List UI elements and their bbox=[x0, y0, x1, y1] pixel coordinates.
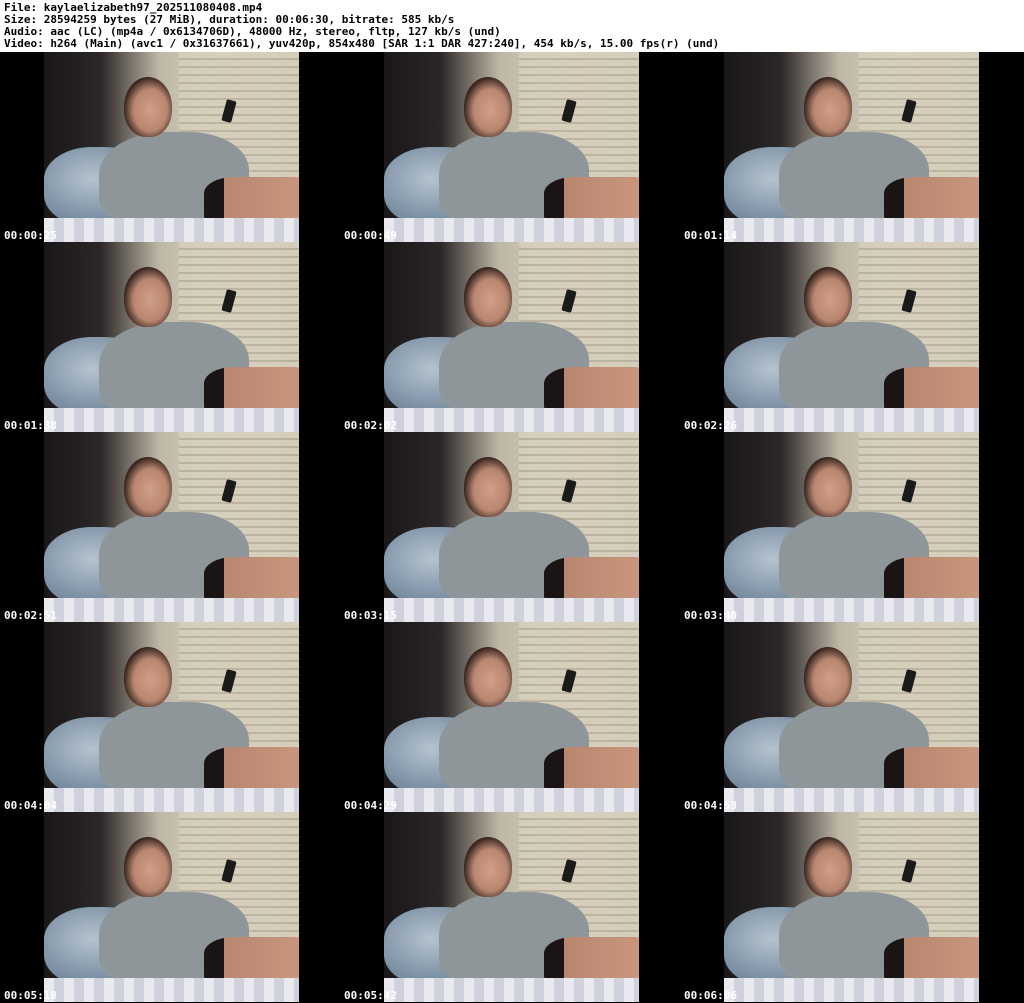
thumbnail-timestamp: 00:05:18 bbox=[4, 989, 57, 1002]
thumbnail-grid: 00:00:25 00:00:49 00:01:14 00:01:38 00:0… bbox=[0, 52, 1024, 1003]
video-frame bbox=[44, 242, 299, 432]
file-info-header: File: kaylaelizabeth97_202511080408.mp4 … bbox=[0, 0, 1024, 52]
thumbnail-timestamp: 00:00:25 bbox=[4, 229, 57, 242]
video-frame bbox=[384, 622, 639, 812]
thumbnail-timestamp: 00:04:04 bbox=[4, 799, 57, 812]
video-frame bbox=[384, 812, 639, 1002]
thumbnail-timestamp: 00:03:40 bbox=[684, 609, 737, 622]
video-frame bbox=[44, 432, 299, 622]
thumbnail: 00:04:04 bbox=[0, 622, 340, 812]
thumbnail: 00:01:14 bbox=[680, 52, 1020, 242]
thumbnail: 00:02:26 bbox=[680, 242, 1020, 432]
video-frame bbox=[724, 432, 979, 622]
thumbnail: 00:06:06 bbox=[680, 812, 1020, 1002]
video-frame bbox=[724, 242, 979, 432]
video-frame bbox=[724, 812, 979, 1002]
thumbnail: 00:05:42 bbox=[340, 812, 680, 1002]
thumbnail: 00:04:53 bbox=[680, 622, 1020, 812]
thumbnail: 00:02:51 bbox=[0, 432, 340, 622]
video-frame bbox=[44, 52, 299, 242]
video-frame bbox=[384, 432, 639, 622]
thumbnail-timestamp: 00:02:02 bbox=[344, 419, 397, 432]
thumbnail-timestamp: 00:06:06 bbox=[684, 989, 737, 1002]
thumbnail: 00:00:49 bbox=[340, 52, 680, 242]
thumbnail-timestamp: 00:00:49 bbox=[344, 229, 397, 242]
video-info-line: Video: h264 (Main) (avc1 / 0x31637661), … bbox=[4, 37, 720, 50]
thumbnail-timestamp: 00:05:42 bbox=[344, 989, 397, 1002]
video-frame bbox=[724, 622, 979, 812]
video-frame bbox=[384, 242, 639, 432]
video-frame bbox=[724, 52, 979, 242]
thumbnail-timestamp: 00:04:29 bbox=[344, 799, 397, 812]
thumbnail-timestamp: 00:03:15 bbox=[344, 609, 397, 622]
thumbnail-timestamp: 00:01:38 bbox=[4, 419, 57, 432]
video-frame bbox=[44, 622, 299, 812]
video-frame bbox=[44, 812, 299, 1002]
thumbnail-timestamp: 00:02:26 bbox=[684, 419, 737, 432]
thumbnail: 00:03:15 bbox=[340, 432, 680, 622]
thumbnail-timestamp: 00:04:53 bbox=[684, 799, 737, 812]
video-frame bbox=[384, 52, 639, 242]
thumbnail-timestamp: 00:02:51 bbox=[4, 609, 57, 622]
thumbnail: 00:05:18 bbox=[0, 812, 340, 1002]
thumbnail: 00:02:02 bbox=[340, 242, 680, 432]
thumbnail: 00:00:25 bbox=[0, 52, 340, 242]
thumbnail: 00:04:29 bbox=[340, 622, 680, 812]
thumbnail: 00:03:40 bbox=[680, 432, 1020, 622]
thumbnail-timestamp: 00:01:14 bbox=[684, 229, 737, 242]
thumbnail: 00:01:38 bbox=[0, 242, 340, 432]
